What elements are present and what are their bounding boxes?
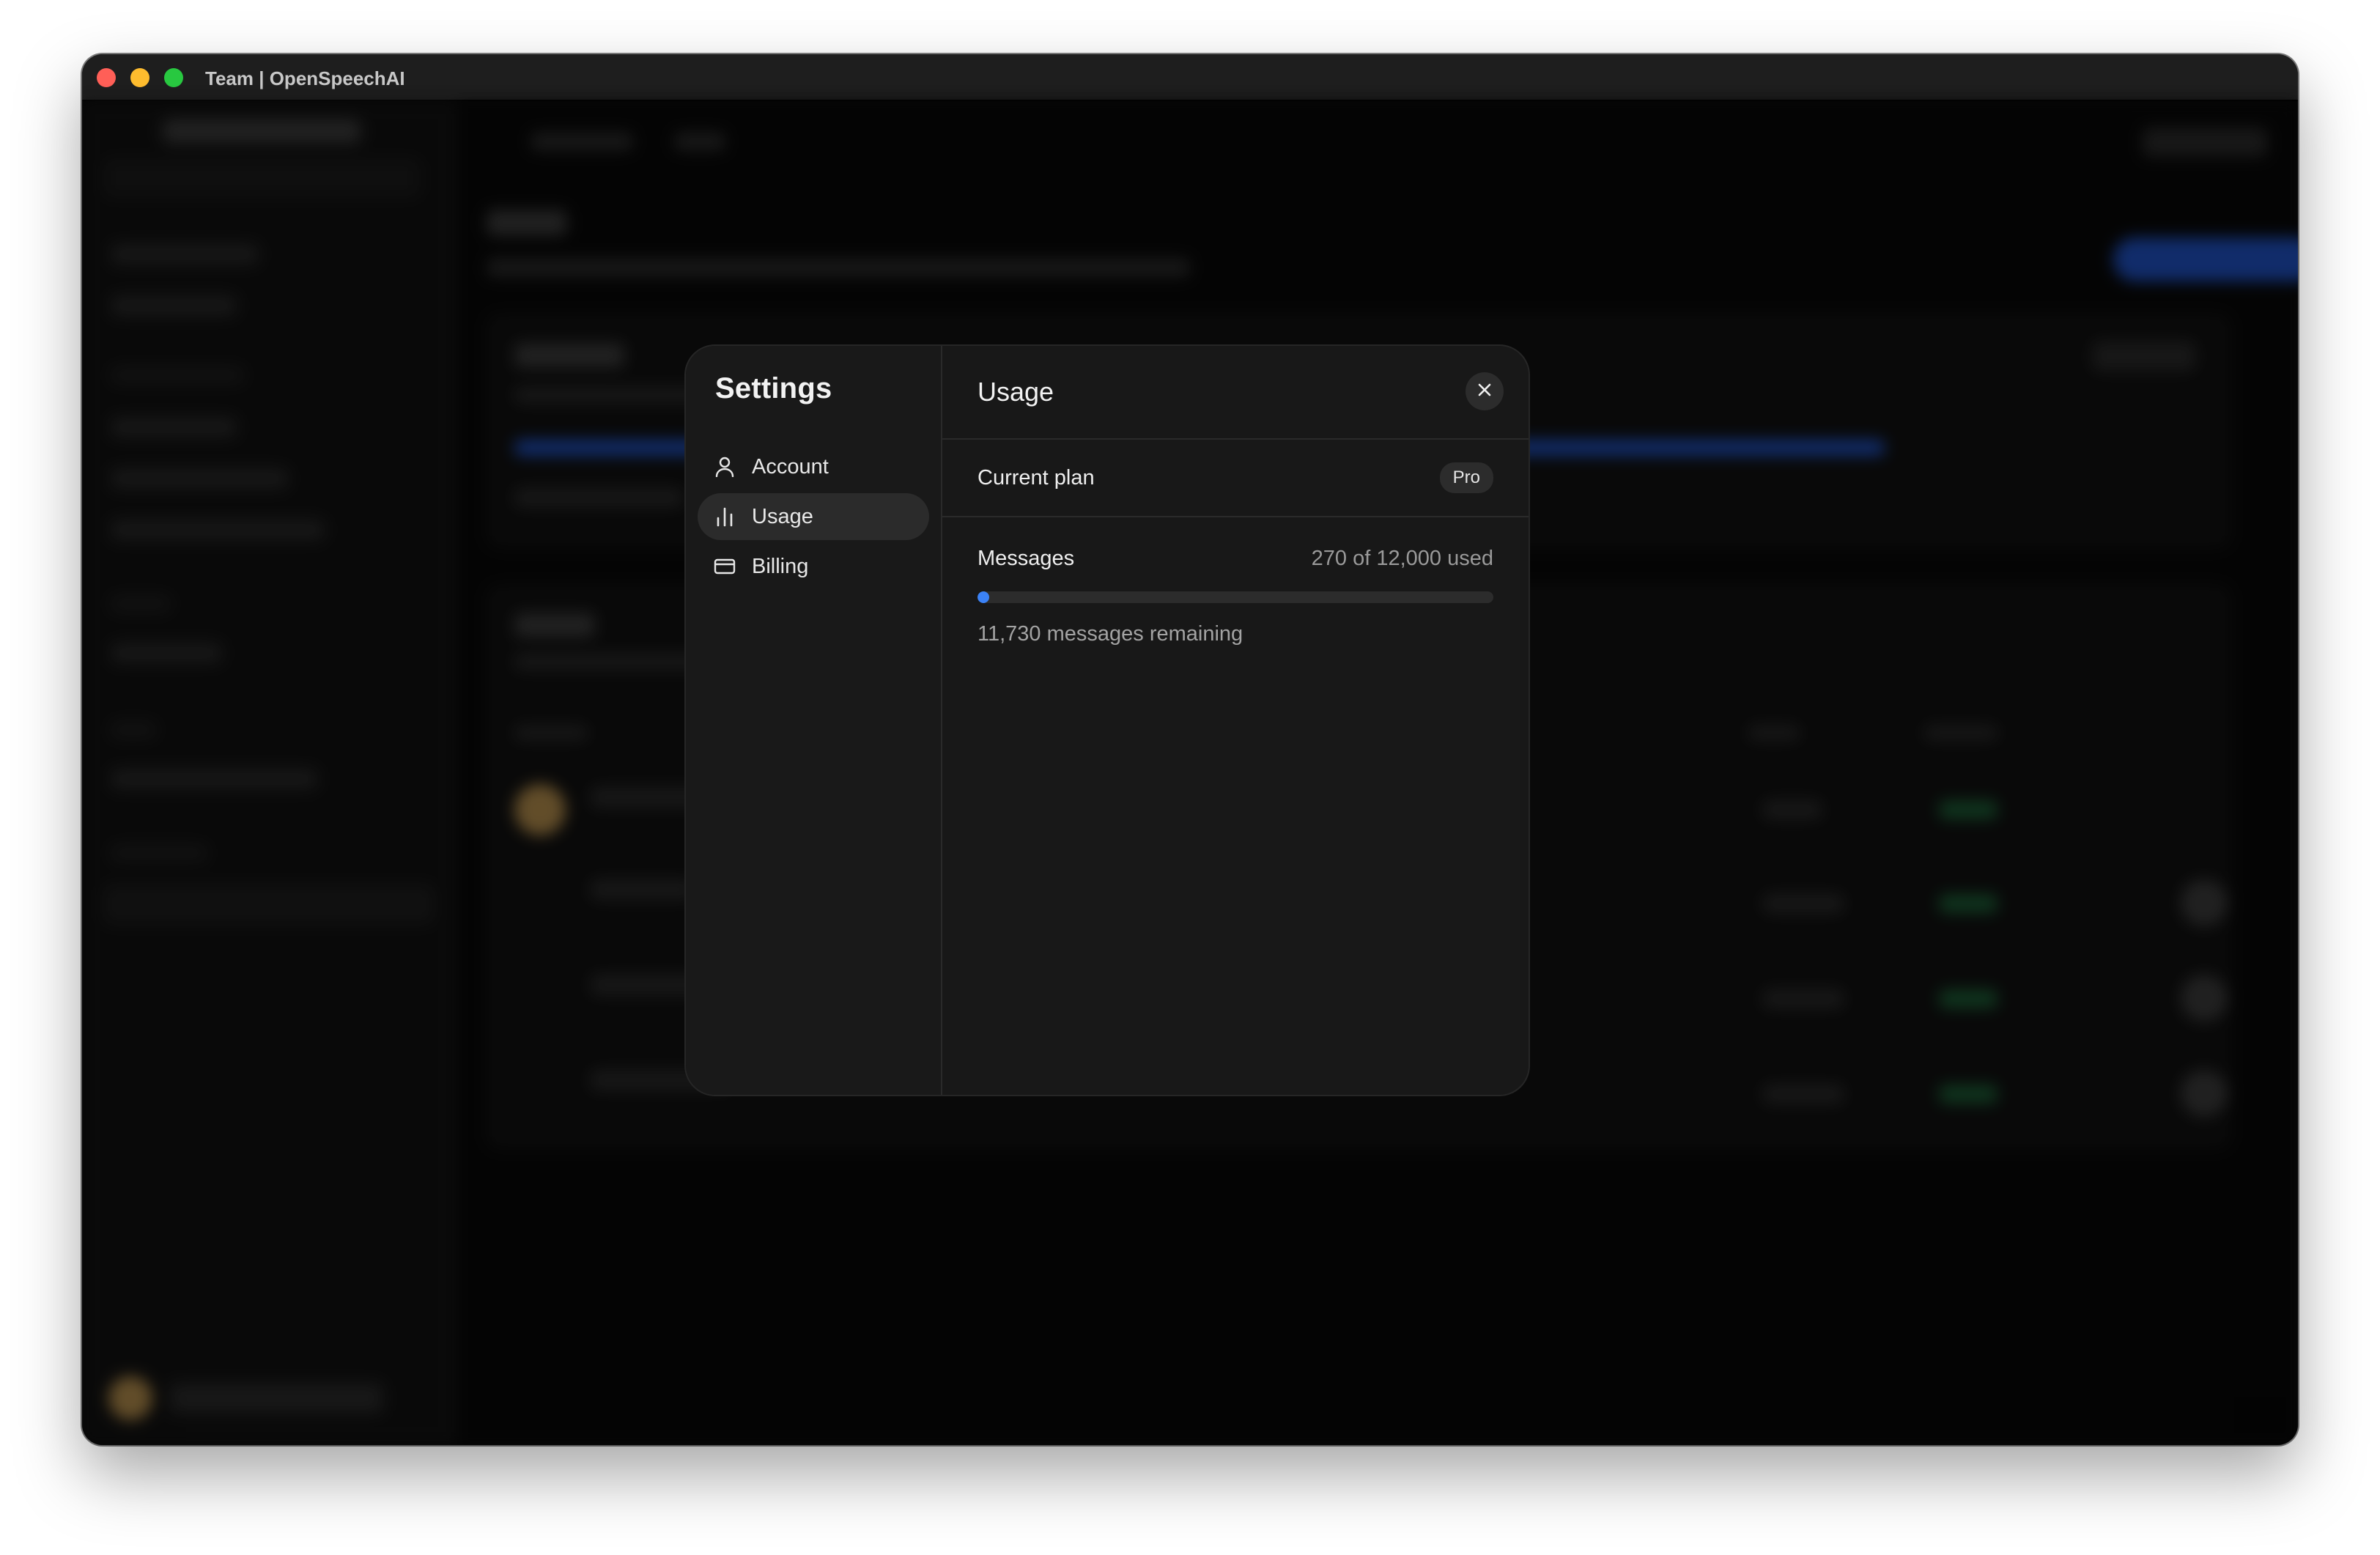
settings-content: Usage Current plan Pro Messages 270 of 1… (942, 346, 1529, 1095)
app-window: Team | OpenSpeechAI Settings Account Usa… (82, 54, 2298, 1445)
messages-progress-bar (978, 591, 1493, 603)
bar-chart-icon (714, 506, 736, 528)
settings-sidebar: Settings Account Usage Billing (686, 346, 942, 1095)
current-plan-label: Current plan (978, 465, 1095, 490)
credit-card-icon (714, 555, 736, 577)
settings-nav-billing[interactable]: Billing (698, 543, 929, 590)
messages-label: Messages (978, 547, 1075, 570)
close-button[interactable] (1466, 372, 1504, 410)
settings-nav-account[interactable]: Account (698, 443, 929, 490)
settings-nav-usage[interactable]: Usage (698, 493, 929, 540)
user-icon (714, 456, 736, 478)
panel-title: Usage (978, 377, 1054, 407)
settings-nav-usage-label: Usage (752, 504, 813, 528)
window-title: Team | OpenSpeechAI (205, 67, 405, 89)
current-plan-row: Current plan Pro (942, 440, 1529, 517)
settings-title: Settings (715, 372, 832, 405)
settings-modal: Settings Account Usage Billing Usage Cur… (684, 344, 1530, 1096)
messages-progress-fill (978, 591, 989, 603)
title-bar: Team | OpenSpeechAI (82, 54, 2298, 101)
settings-nav-billing-label: Billing (752, 554, 809, 578)
close-icon (1477, 382, 1493, 402)
settings-content-header: Usage (942, 346, 1529, 440)
close-window-button[interactable] (97, 68, 116, 87)
minimize-window-button[interactable] (130, 68, 149, 87)
messages-usage-summary: 270 of 12,000 used (1311, 547, 1493, 570)
zoom-window-button[interactable] (164, 68, 183, 87)
messages-remaining: 11,730 messages remaining (978, 622, 1243, 646)
plan-badge: Pro (1439, 462, 1493, 493)
settings-nav-account-label: Account (752, 454, 829, 479)
messages-usage-section: Messages 270 of 12,000 used 11,730 messa… (942, 517, 1529, 646)
